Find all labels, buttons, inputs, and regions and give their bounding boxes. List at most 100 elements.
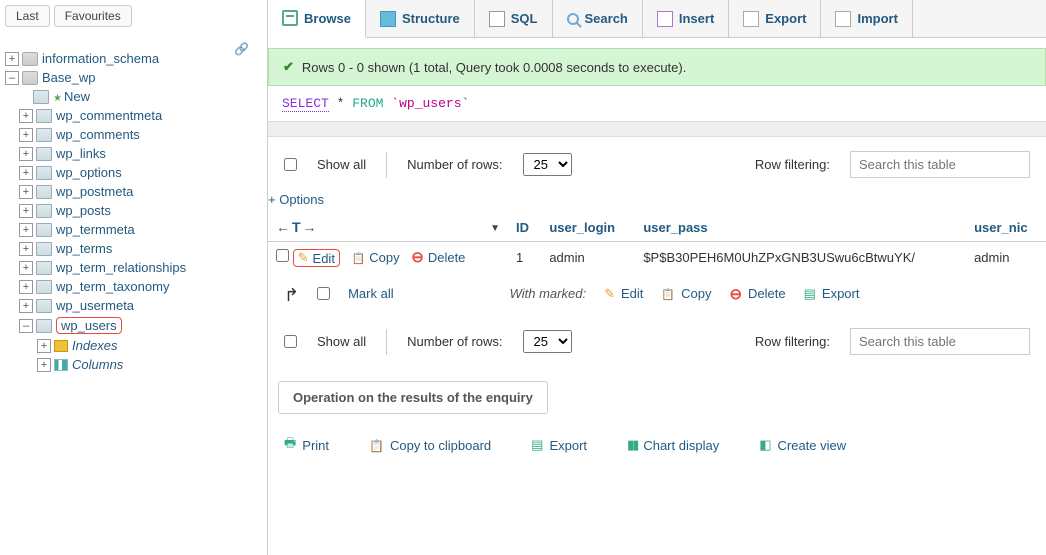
expand-icon[interactable]: + — [37, 339, 51, 353]
tree-columns[interactable]: + Columns — [37, 355, 262, 374]
options-link[interactable]: + Options — [268, 192, 1046, 213]
sidebar-tab-favourites[interactable]: Favourites — [54, 5, 132, 27]
filter-input-bottom[interactable] — [850, 328, 1030, 355]
tab-search[interactable]: Search — [553, 0, 643, 37]
tab-sql[interactable]: SQL — [475, 0, 553, 37]
expand-icon[interactable]: + — [19, 261, 33, 275]
tab-browse[interactable]: Browse — [268, 0, 366, 38]
row-edit-button[interactable]: Edit — [293, 249, 340, 267]
tree-table-wp-users[interactable]: – wp_users — [19, 315, 262, 336]
mark-all-label[interactable]: Mark all — [348, 286, 394, 301]
tree-table-wp-term-relationships[interactable]: +wp_term_relationships — [19, 258, 262, 277]
with-marked-label: With marked: — [510, 286, 586, 301]
export-button[interactable]: Export — [531, 434, 587, 456]
sidebar-tabs: Last Favourites — [5, 5, 262, 27]
table-icon — [36, 242, 52, 256]
tree-table-wp-comments[interactable]: +wp_comments — [19, 125, 262, 144]
tree-table-wp-postmeta[interactable]: +wp_postmeta — [19, 182, 262, 201]
export-icon — [531, 437, 543, 453]
expand-icon[interactable]: + — [5, 52, 19, 66]
col-user-pass[interactable]: user_pass — [635, 213, 966, 242]
section-title: Operation on the results of the enquiry — [278, 381, 548, 414]
view-icon — [759, 437, 771, 453]
col-id[interactable]: ID — [508, 213, 541, 242]
tree-indexes[interactable]: +Indexes — [37, 336, 262, 355]
tree-table-wp-links[interactable]: +wp_links — [19, 144, 262, 163]
create-view-button[interactable]: Create view — [759, 434, 846, 456]
mark-copy-button[interactable]: Copy — [661, 286, 711, 301]
sort-arrows-header[interactable]: ←T→ — [276, 219, 319, 235]
show-all-label: Show all — [317, 334, 366, 349]
expand-icon[interactable]: + — [19, 147, 33, 161]
row-edit-label: Edit — [313, 251, 335, 266]
sidebar-tab-last[interactable]: Last — [5, 5, 50, 27]
collapse-icon[interactable]: – — [5, 71, 19, 85]
tab-insert[interactable]: Insert — [643, 0, 729, 37]
col-user-login[interactable]: user_login — [541, 213, 635, 242]
collapse-icon[interactable]: – — [19, 319, 33, 333]
db-tree: + information_schema – Base_wp New +wp_c… — [5, 49, 262, 374]
tree-table-wp-usermeta[interactable]: + wp_usermeta — [19, 296, 262, 315]
tab-export[interactable]: Export — [729, 0, 821, 37]
database-icon — [22, 52, 38, 66]
tab-import[interactable]: Import — [821, 0, 912, 37]
tab-label: SQL — [511, 11, 538, 26]
tree-label: wp_users — [56, 317, 122, 334]
expand-icon[interactable]: + — [19, 204, 33, 218]
mark-export-button[interactable]: Export — [804, 286, 860, 302]
expand-icon[interactable]: + — [19, 128, 33, 142]
tree-table-wp-terms[interactable]: +wp_terms — [19, 239, 262, 258]
tab-label: Import — [857, 11, 897, 26]
row-checkbox[interactable] — [276, 249, 289, 262]
chart-button[interactable]: Chart display — [627, 434, 719, 456]
tab-label: Export — [765, 11, 806, 26]
copy-clipboard-button[interactable]: Copy to clipboard — [369, 434, 491, 456]
mark-delete-button[interactable]: Delete — [729, 285, 785, 303]
row-delete-label: Delete — [428, 250, 466, 265]
table-icon — [36, 223, 52, 237]
table-icon — [36, 166, 52, 180]
tree-db-information-schema[interactable]: + information_schema — [5, 49, 262, 68]
tree-table-wp-termmeta[interactable]: + wp_termmeta — [19, 220, 262, 239]
pencil-icon — [298, 250, 309, 266]
mark-edit-button[interactable]: Edit — [604, 286, 643, 302]
show-all-checkbox[interactable] — [284, 158, 297, 171]
print-button[interactable]: Print — [284, 434, 329, 456]
table-icon — [36, 299, 52, 313]
tab-structure[interactable]: Structure — [366, 0, 475, 37]
main-tabs: Browse Structure SQL Search Insert Expor… — [268, 0, 1046, 38]
tree-label: Columns — [72, 357, 123, 372]
table-icon — [36, 147, 52, 161]
expand-icon[interactable]: + — [19, 242, 33, 256]
expand-icon[interactable]: + — [37, 358, 51, 372]
delete-icon — [411, 248, 424, 266]
copy-icon — [661, 286, 675, 301]
tree-label: New — [64, 89, 90, 104]
expand-icon[interactable]: + — [19, 299, 33, 313]
expand-icon[interactable]: + — [19, 109, 33, 123]
num-rows-select-bottom[interactable]: 25 — [523, 330, 572, 353]
expand-icon[interactable]: + — [19, 280, 33, 294]
tree-label: wp_termmeta — [56, 222, 135, 237]
show-all-checkbox-bottom[interactable] — [284, 335, 297, 348]
sql-icon — [489, 11, 505, 27]
tree-table-wp-term-taxonomy[interactable]: +wp_term_taxonomy — [19, 277, 262, 296]
row-copy-button[interactable]: Copy — [352, 250, 400, 265]
row-delete-button[interactable]: Delete — [411, 248, 465, 266]
expand-icon[interactable]: + — [19, 223, 33, 237]
expand-icon[interactable]: + — [19, 185, 33, 199]
tree-new[interactable]: New — [19, 87, 262, 106]
tree-table-wp-commentmeta[interactable]: +wp_commentmeta — [19, 106, 262, 125]
num-rows-select[interactable]: 25 — [523, 153, 572, 176]
mark-all-checkbox[interactable] — [317, 287, 330, 300]
tree-table-wp-posts[interactable]: +wp_posts — [19, 201, 262, 220]
tree-table-wp-options[interactable]: +wp_options — [19, 163, 262, 182]
tree-label: wp_usermeta — [56, 298, 134, 313]
sort-icon[interactable] — [490, 219, 500, 234]
expand-icon[interactable]: + — [19, 166, 33, 180]
filter-input[interactable] — [850, 151, 1030, 178]
tree-db-base-wp[interactable]: – Base_wp — [5, 68, 262, 87]
link-icon: 🔗 — [234, 42, 249, 56]
col-user-nice[interactable]: user_nic — [966, 213, 1046, 242]
clipboard-icon — [369, 438, 384, 453]
